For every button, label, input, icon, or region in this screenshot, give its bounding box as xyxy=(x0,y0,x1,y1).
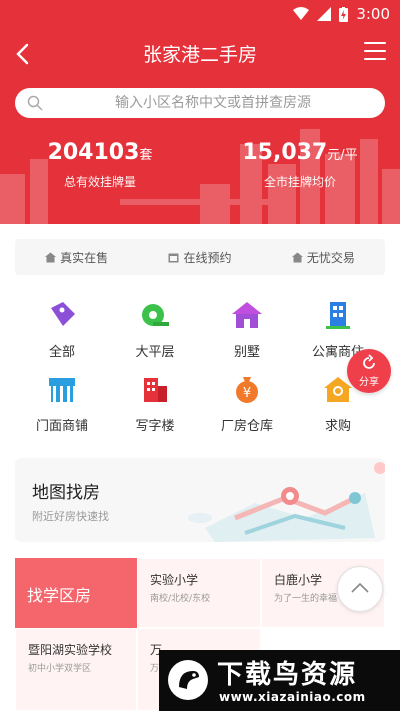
category-label: 厂房仓库 xyxy=(220,419,273,434)
svg-text:¥: ¥ xyxy=(243,386,251,401)
search-icon xyxy=(27,95,43,111)
listing-count-stat: 204103套 总有效挂牌量 xyxy=(0,140,200,190)
feature-label: 在线预约 xyxy=(183,250,232,265)
bird-logo-icon xyxy=(168,660,208,700)
map-card-title: 地图找房 xyxy=(32,483,100,503)
feature-label: 真实在售 xyxy=(60,250,109,265)
avg-price-label: 全市挂牌均价 xyxy=(263,175,336,189)
feature-worry-free: 无忧交易 xyxy=(262,239,385,275)
watermark-url: www.xiazainiao.com xyxy=(219,690,366,704)
tag-icon xyxy=(51,302,75,326)
map-search-card[interactable]: 地图找房 附近好房快速找 xyxy=(15,458,385,542)
search-bar[interactable] xyxy=(15,88,385,118)
school-district-title: 找学区房 xyxy=(27,586,92,605)
category-large-flat[interactable]: 大平层 xyxy=(105,298,205,360)
feature-online-booking: 在线预约 xyxy=(138,239,261,275)
scroll-to-top-button[interactable] xyxy=(337,566,383,612)
page-title: 张家港二手房 xyxy=(142,44,257,66)
avg-price-value: 15,037 xyxy=(242,140,328,165)
category-label: 写字楼 xyxy=(135,419,175,434)
office-building-icon xyxy=(144,378,167,402)
category-all[interactable]: 全部 xyxy=(12,298,112,360)
avg-price-stat: 15,037元/平 全市挂牌均价 xyxy=(200,140,400,190)
battery-icon xyxy=(339,6,349,22)
status-bar: 3:00 xyxy=(0,0,400,28)
house-icon xyxy=(291,252,303,262)
listing-count-unit: 套 xyxy=(139,148,153,163)
share-icon xyxy=(363,354,375,369)
feature-real-listing: 真实在售 xyxy=(15,239,138,275)
search-input[interactable] xyxy=(51,88,375,118)
school-desc: 南校/北校/东校 xyxy=(150,594,211,604)
school-tile[interactable]: 暨阳湖实验学校 初中小学双学区 xyxy=(15,628,137,711)
category-label: 大平层 xyxy=(135,345,175,360)
share-button[interactable]: 分享 xyxy=(347,349,391,393)
category-label: 别墅 xyxy=(233,345,260,360)
category-shop[interactable]: 门面商铺 xyxy=(12,372,112,434)
category-office[interactable]: 写字楼 xyxy=(105,372,205,434)
school-desc: 初中小学双学区 xyxy=(28,664,92,674)
shop-icon xyxy=(49,378,75,402)
school-tile[interactable]: 实验小学 南校/北校/东校 xyxy=(137,558,261,628)
house-icon xyxy=(45,252,57,262)
back-arrow-icon[interactable] xyxy=(10,40,38,68)
tape-measure-icon xyxy=(142,304,169,326)
money-bag-icon: ¥ xyxy=(236,377,258,403)
watermark-banner: 下载鸟资源 www.xiazainiao.com xyxy=(159,650,400,711)
school-district-main-tile[interactable]: 找学区房 xyxy=(15,558,137,628)
feature-strip: 真实在售 在线预约 无忧交易 xyxy=(15,239,385,275)
main-content: 真实在售 在线预约 无忧交易 全部 大平层 别墅 公寓商住 门面商铺 写字楼 ¥… xyxy=(0,224,400,711)
avg-price-unit: 元/平 xyxy=(327,148,358,163)
feature-label: 无忧交易 xyxy=(306,250,355,265)
header: 张家港二手房 204103套 总有效挂牌量 15,037元/平 全市挂牌均价 xyxy=(0,28,400,224)
school-name: 暨阳湖实验学校 xyxy=(28,643,113,657)
share-label: 分享 xyxy=(359,377,379,388)
villa-icon xyxy=(232,302,262,328)
category-label: 全部 xyxy=(48,345,75,360)
nav-bar: 张家港二手房 xyxy=(0,28,400,80)
listing-count-value: 204103 xyxy=(47,140,140,165)
category-label: 求购 xyxy=(324,419,351,434)
map-illustration xyxy=(188,462,385,542)
apartment-icon xyxy=(326,302,350,329)
chevron-up-icon xyxy=(351,582,369,593)
category-label: 门面商铺 xyxy=(35,419,88,434)
watermark-text: 下载鸟资源 xyxy=(217,660,358,690)
status-time: 3:00 xyxy=(356,5,390,23)
calendar-icon xyxy=(168,253,179,262)
category-factory[interactable]: ¥ 厂房仓库 xyxy=(197,372,297,434)
category-villa[interactable]: 别墅 xyxy=(197,298,297,360)
school-name: 实验小学 xyxy=(150,573,199,587)
listing-count-label: 总有效挂牌量 xyxy=(63,175,136,189)
signal-icon xyxy=(317,7,332,21)
menu-icon[interactable] xyxy=(364,42,386,62)
status-icons: 3:00 xyxy=(293,5,390,23)
map-card-subtitle: 附近好房快速找 xyxy=(32,510,109,523)
wifi-icon xyxy=(293,7,310,20)
